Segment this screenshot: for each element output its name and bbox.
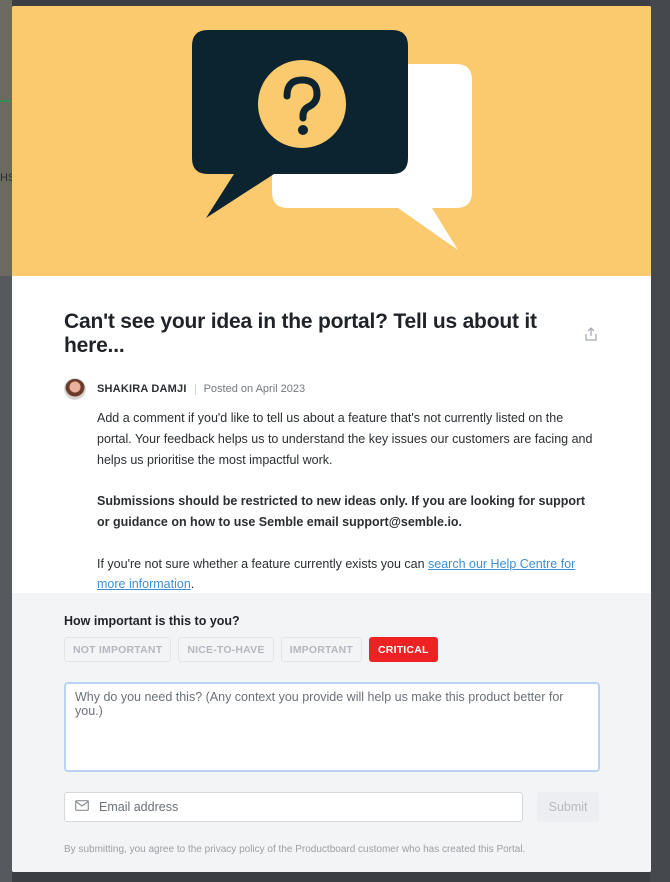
option-important[interactable]: IMPORTANT <box>280 637 363 662</box>
importance-options: NOT IMPORTANT NICE-TO-HAVE IMPORTANT CRI… <box>64 637 599 662</box>
backdrop-accent <box>0 100 12 102</box>
backdrop-right <box>650 0 670 882</box>
legal-notice: By submitting, you agree to the privacy … <box>64 844 526 855</box>
post-content: Can't see your idea in the portal? Tell … <box>12 310 651 595</box>
backdrop-left: HS <box>0 0 15 882</box>
page-title: Can't see your idea in the portal? Tell … <box>64 310 537 357</box>
option-nice-to-have[interactable]: NICE-TO-HAVE <box>178 637 274 662</box>
option-not-important[interactable]: NOT IMPORTANT <box>64 637 172 662</box>
avatar <box>64 378 86 400</box>
email-input[interactable] <box>99 800 479 814</box>
context-textarea[interactable] <box>64 682 600 772</box>
title-row: Can't see your idea in the portal? Tell … <box>64 310 599 358</box>
envelope-icon <box>75 798 89 816</box>
submit-row: Submit <box>64 792 599 822</box>
help-suffix: . <box>190 577 195 592</box>
submit-button[interactable]: Submit <box>537 792 599 822</box>
divider <box>194 383 196 395</box>
idea-modal: Can't see your idea in the portal? Tell … <box>12 6 651 872</box>
help-prefix: If you're not sure whether a feature cur… <box>97 556 429 571</box>
option-critical[interactable]: CRITICAL <box>369 637 438 662</box>
share-icon[interactable] <box>583 326 599 342</box>
backdrop-banner <box>0 0 12 276</box>
hero-banner <box>12 6 651 276</box>
email-field[interactable] <box>64 792 524 822</box>
importance-question: How important is this to you? <box>64 614 240 628</box>
post-body: Add a comment if you'd like to tell us a… <box>97 408 599 595</box>
posted-date: Posted on April 2023 <box>203 383 306 395</box>
feedback-form: How important is this to you? NOT IMPORT… <box>12 593 651 872</box>
body-paragraph-help: If you're not sure whether a feature cur… <box>97 554 599 596</box>
body-paragraph-bold: Submissions should be restricted to new … <box>97 494 586 529</box>
author-row: SHAKIRA DAMJI Posted on April 2023 <box>64 378 599 400</box>
author-name: SHAKIRA DAMJI <box>97 383 187 395</box>
question-speech-bubbles-icon <box>192 30 472 250</box>
body-paragraph: Add a comment if you'd like to tell us a… <box>97 411 593 467</box>
